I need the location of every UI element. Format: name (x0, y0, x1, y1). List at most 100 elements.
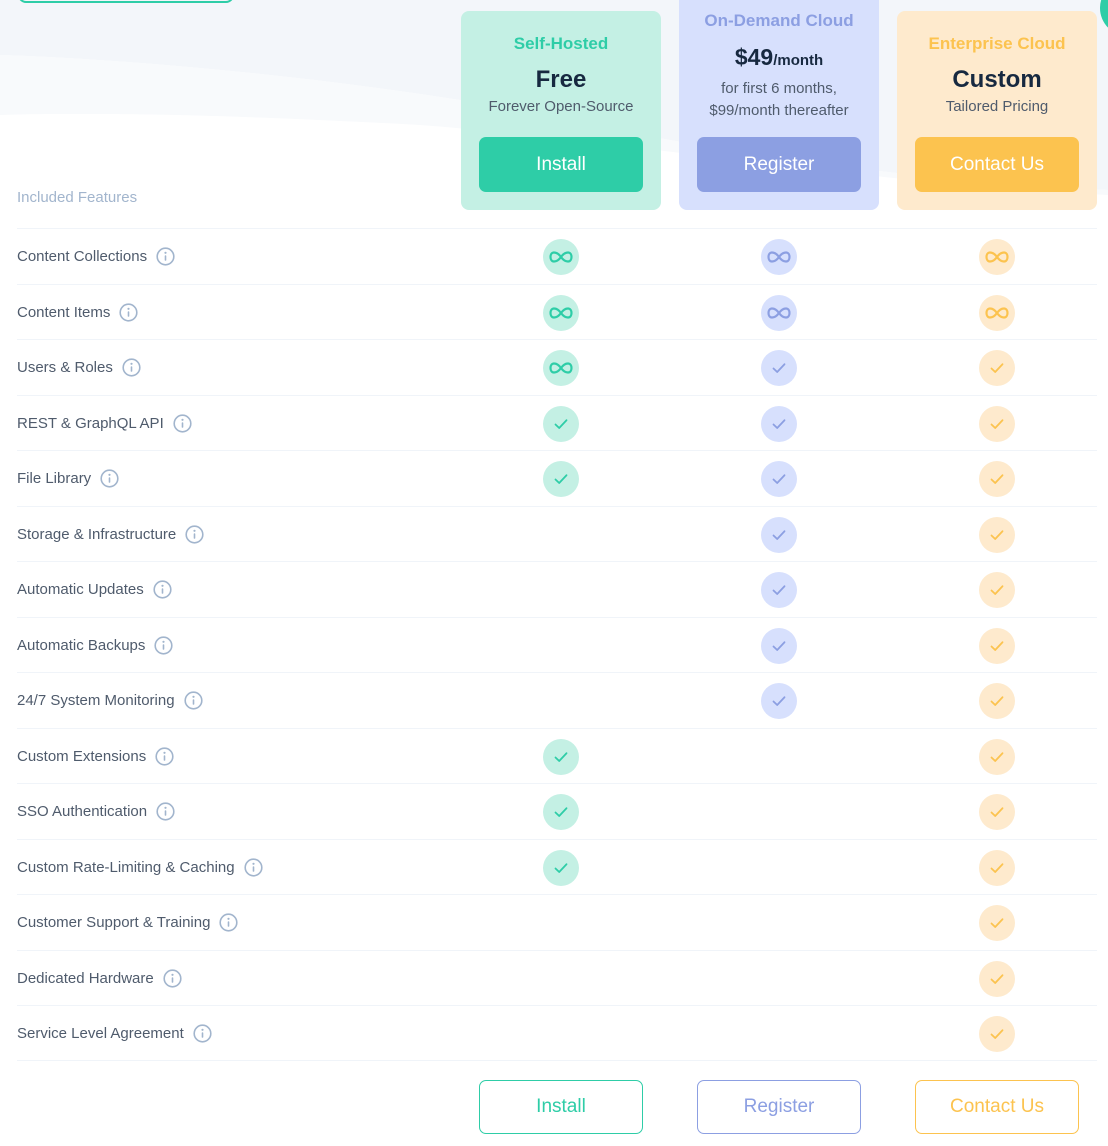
register-button-bottom[interactable]: Register (697, 1080, 861, 1134)
empty-cell (761, 794, 797, 830)
plan-card-self-hosted: Self-Hosted Free Forever Open-Source Ins… (461, 11, 661, 210)
check-icon (543, 738, 579, 775)
check-icon (761, 627, 797, 664)
infinity-icon (543, 239, 579, 275)
info-icon[interactable] (122, 358, 141, 377)
empty-cell (761, 961, 797, 997)
info-icon[interactable] (155, 746, 174, 766)
empty-cell (543, 572, 579, 608)
register-button[interactable]: Register (697, 137, 861, 192)
feature-name: Custom Rate-Limiting & Caching (17, 858, 235, 876)
feature-label: Content Items (17, 302, 138, 322)
check-icon (543, 405, 579, 442)
check-icon (761, 461, 797, 497)
check-icon (543, 461, 579, 497)
feature-name: Automatic Updates (17, 581, 144, 598)
feature-row: Storage & Infrastructure (17, 505, 1097, 562)
check-icon (979, 905, 1015, 941)
info-icon[interactable] (154, 635, 174, 655)
feature-label: Custom Rate-Limiting & Caching (17, 857, 263, 877)
feature-label: Automatic Updates (17, 580, 172, 599)
check-icon (543, 849, 579, 886)
feature-name: Content Items (17, 303, 111, 321)
plan-name: Self-Hosted (513, 34, 609, 53)
info-icon[interactable] (183, 691, 203, 710)
info-icon[interactable] (185, 524, 204, 544)
features-table: Content Collections Content Items Users & … (17, 228, 1097, 1061)
empty-cell (543, 905, 579, 941)
plan-description: Forever Open-Source (488, 98, 634, 115)
plan-price: Custom (897, 66, 1097, 94)
plan-description-line-1: for first 6 months, (721, 80, 837, 97)
feature-name: Customer Support & Training (17, 914, 211, 931)
feature-row: Custom Rate-Limiting & Caching (17, 838, 1097, 895)
check-icon (979, 683, 1015, 719)
info-icon[interactable] (193, 1024, 212, 1043)
feature-label: REST & GraphQL API (17, 413, 192, 433)
feature-row: File Library (17, 450, 1097, 506)
feature-row: Automatic Updates (17, 561, 1097, 617)
check-icon (761, 683, 797, 719)
plan-price-value: $49 (734, 44, 774, 70)
feature-label: 24/7 System Monitoring (17, 691, 203, 710)
check-icon (979, 405, 1015, 442)
info-icon[interactable] (156, 802, 175, 821)
feature-label: Customer Support & Training (17, 913, 239, 932)
install-button-bottom[interactable]: Install (479, 1080, 643, 1134)
plan-price-value: Custom (952, 66, 1042, 93)
feature-label: Automatic Backups (17, 635, 174, 655)
info-icon[interactable] (153, 580, 172, 599)
check-icon (979, 350, 1015, 386)
info-icon[interactable] (100, 469, 119, 488)
feature-row: Dedicated Hardware (17, 949, 1097, 1006)
infinity-icon (543, 350, 579, 386)
feature-name: Custom Extensions (17, 747, 147, 765)
plan-price-suffix: /month (773, 52, 824, 69)
feature-name: Users & Roles (17, 359, 113, 376)
contact-us-button-bottom[interactable]: Contact Us (915, 1080, 1079, 1134)
plan-price: $49/month (679, 43, 879, 75)
feature-label: Dedicated Hardware (17, 968, 182, 988)
features-heading: Included Features (17, 189, 138, 206)
info-icon[interactable] (173, 413, 192, 433)
feature-label: Service Level Agreement (17, 1024, 212, 1043)
feature-name: Storage & Infrastructure (17, 525, 177, 543)
info-icon[interactable] (156, 247, 175, 266)
info-icon[interactable] (243, 857, 263, 877)
info-icon[interactable] (219, 913, 239, 932)
feature-label: File Library (17, 469, 119, 488)
feature-label: Users & Roles (17, 358, 141, 377)
check-icon (979, 794, 1015, 830)
empty-cell (761, 1016, 797, 1052)
empty-cell (761, 739, 797, 775)
feature-name: REST & GraphQL API (17, 414, 164, 432)
install-button[interactable]: Install (479, 137, 643, 192)
info-icon[interactable] (119, 302, 138, 322)
infinity-icon (543, 294, 579, 331)
contact-us-button[interactable]: Contact Us (915, 137, 1079, 192)
check-icon (979, 572, 1015, 608)
check-icon (761, 572, 797, 608)
plan-description: for first 6 months, $99/month thereafter (679, 78, 879, 122)
feature-name: 24/7 System Monitoring (17, 692, 175, 709)
plan-description-line-2: $99/month thereafter (709, 102, 849, 119)
check-icon (761, 516, 797, 553)
check-icon (761, 405, 797, 442)
check-icon (979, 516, 1015, 553)
feature-row: Automatic Backups (17, 616, 1097, 673)
header-button-partial[interactable] (18, 0, 234, 3)
feature-row: Custom Extensions (17, 727, 1097, 784)
empty-cell (761, 850, 797, 886)
empty-cell (543, 683, 579, 719)
plan-price-value: Free (535, 66, 587, 93)
feature-row: REST & GraphQL API (17, 394, 1097, 451)
check-icon (979, 849, 1015, 886)
infinity-icon (761, 294, 797, 331)
feature-name: Dedicated Hardware (17, 969, 154, 987)
feature-row: 24/7 System Monitoring (17, 672, 1097, 728)
check-icon (979, 627, 1015, 664)
feature-row: SSO Authentication (17, 783, 1097, 839)
info-icon[interactable] (163, 968, 182, 988)
plan-name: Enterprise Cloud (928, 34, 1066, 53)
feature-name: File Library (17, 470, 92, 487)
